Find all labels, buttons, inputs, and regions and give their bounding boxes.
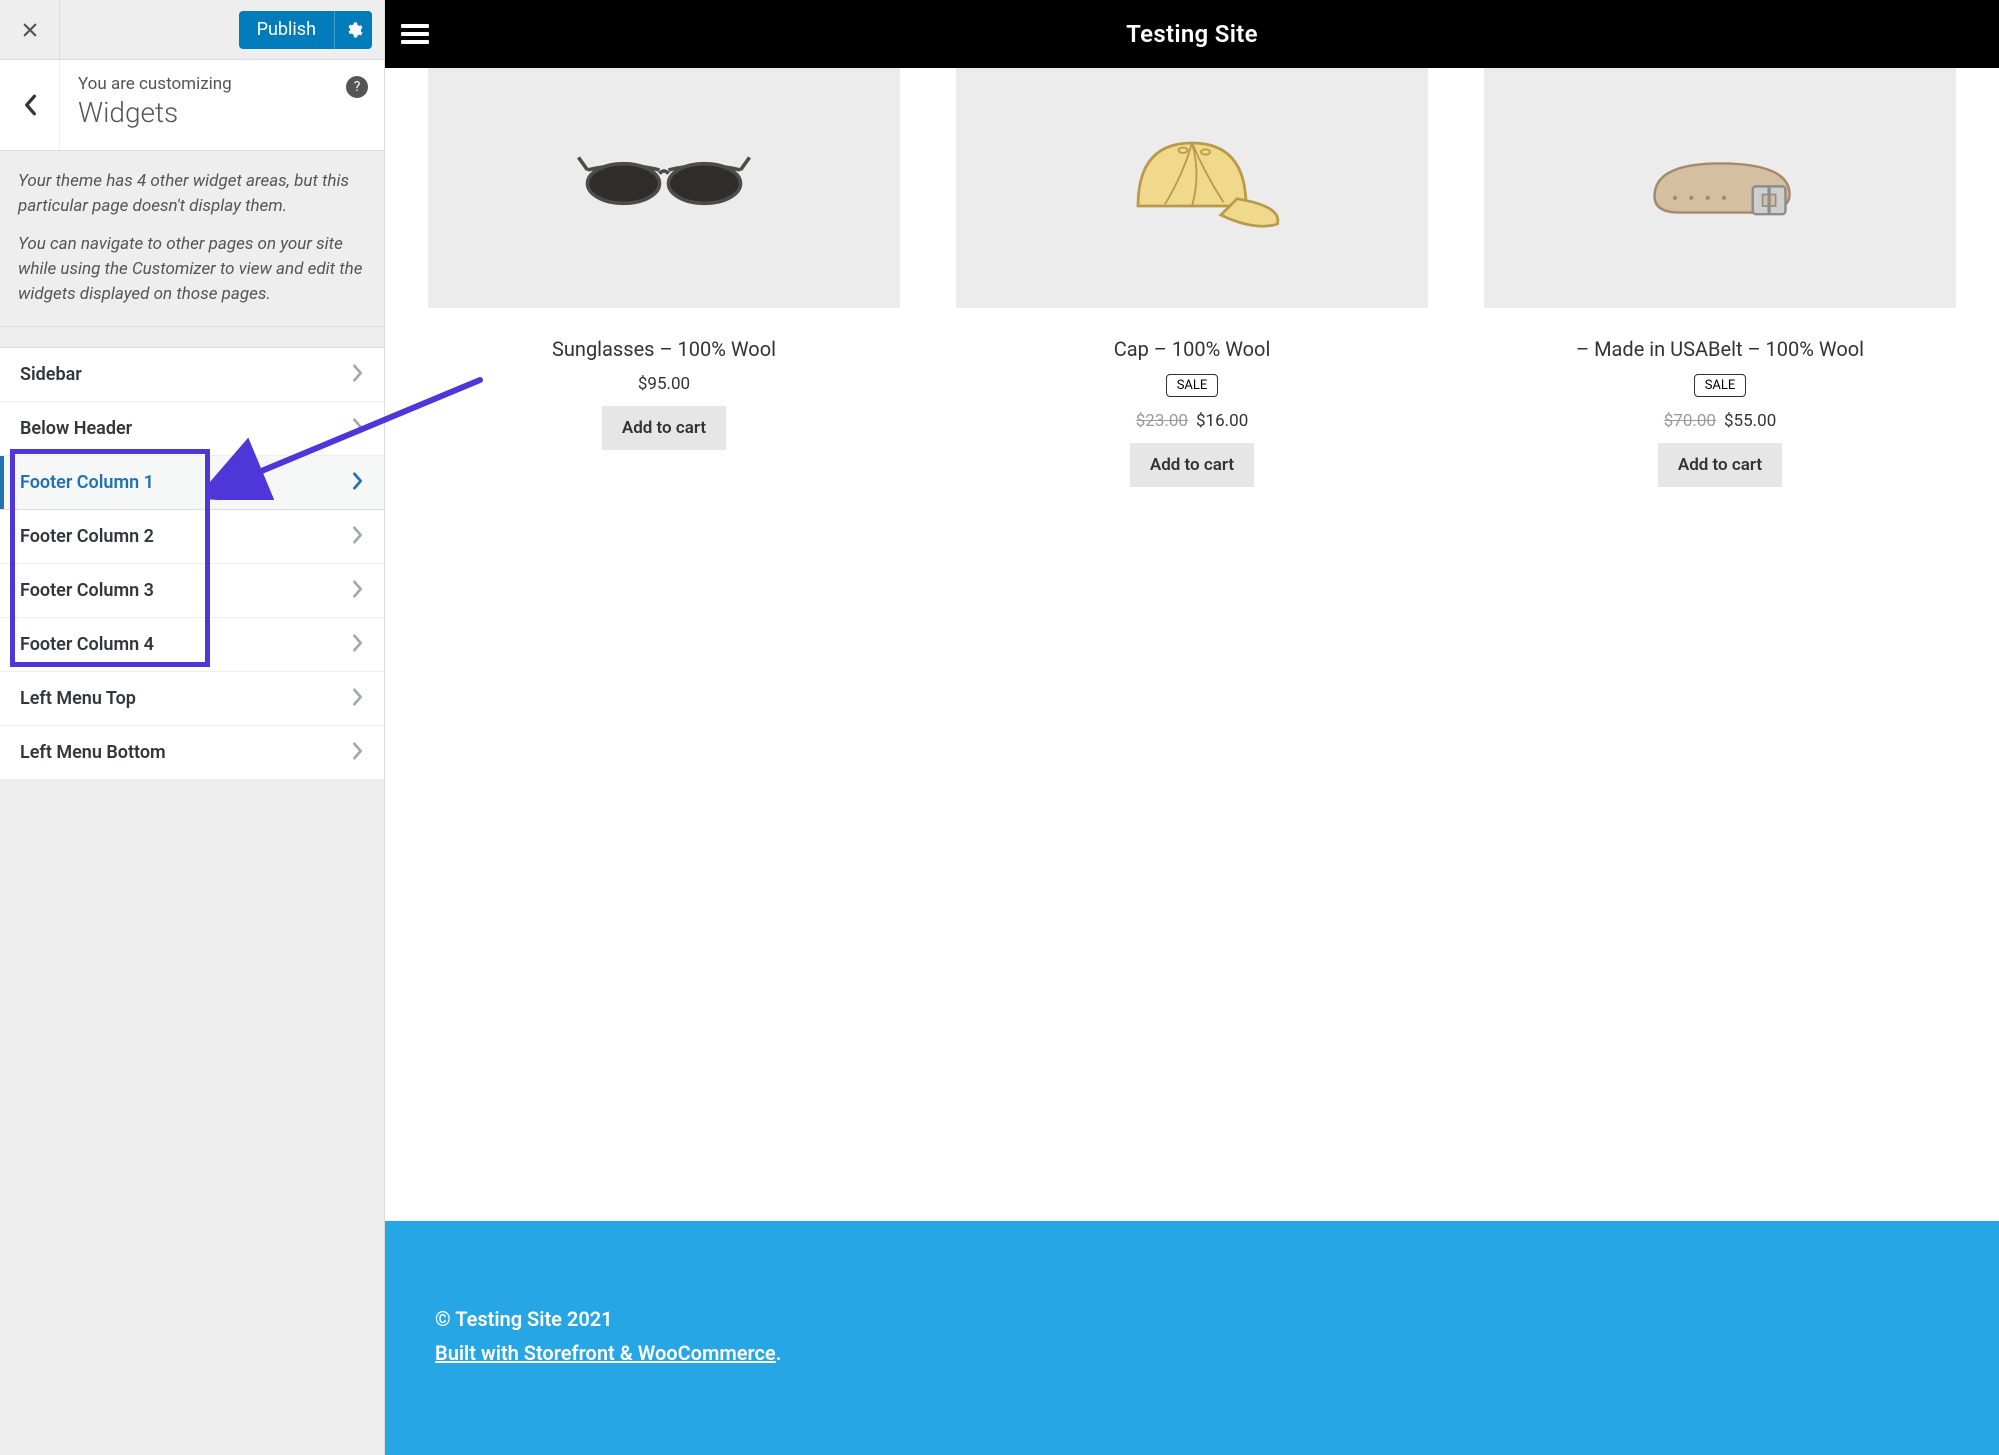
back-button[interactable] — [0, 60, 60, 150]
help-icon: ? — [354, 79, 361, 95]
widget-area-label: Left Menu Bottom — [20, 742, 166, 763]
customizer-sidebar: Publish You are customizing Widgets ? Yo — [0, 0, 385, 1455]
product-card: – Made in USABelt – 100% WoolSALE$70.00$… — [1484, 68, 1956, 487]
sale-badge: SALE — [1694, 374, 1747, 397]
site-header: Testing Site — [385, 0, 1999, 68]
widget-area-list: Sidebar Below Header Footer Column 1 Footer… — [0, 348, 384, 780]
widget-area-label: Footer Column 2 — [20, 526, 154, 547]
widget-area-item[interactable]: Below Header — [0, 402, 384, 456]
panel-title: Widgets — [78, 96, 366, 129]
customizer-topbar: Publish — [0, 0, 384, 60]
site-title: Testing Site — [1126, 20, 1258, 48]
product-old-price: $70.00 — [1664, 411, 1716, 431]
chevron-right-icon — [352, 364, 364, 386]
widget-area-item[interactable]: Footer Column 3 — [0, 564, 384, 618]
publish-settings-button[interactable] — [334, 11, 372, 49]
widget-area-item[interactable]: Footer Column 2 — [0, 510, 384, 564]
add-to-cart-button[interactable]: Add to cart — [602, 406, 726, 450]
panel-header: You are customizing Widgets ? — [0, 60, 384, 151]
widget-area-label: Sidebar — [20, 364, 82, 385]
chevron-right-icon — [352, 634, 364, 656]
chevron-left-icon — [23, 94, 37, 116]
close-icon — [21, 21, 39, 39]
product-price: $70.00 $55.00 — [1484, 411, 1956, 431]
publish-split-button: Publish — [239, 11, 372, 49]
publish-button[interactable]: Publish — [239, 11, 334, 49]
chevron-right-icon — [352, 418, 364, 440]
product-grid: Sunglasses – 100% Wool$95.00Add to cartC… — [385, 68, 1999, 527]
widget-area-item[interactable]: Footer Column 4 — [0, 618, 384, 672]
product-title[interactable]: Cap – 100% Wool — [966, 336, 1418, 362]
product-title[interactable]: – Made in USABelt – 100% Wool — [1494, 336, 1946, 362]
sale-badge: SALE — [1166, 374, 1219, 397]
product-old-price: $23.00 — [1136, 411, 1188, 431]
chevron-right-icon — [352, 580, 364, 602]
panel-eyebrow: You are customizing — [78, 74, 366, 94]
product-title[interactable]: Sunglasses – 100% Wool — [438, 336, 890, 362]
product-image[interactable] — [1484, 68, 1956, 308]
product-image[interactable] — [956, 68, 1428, 308]
product-card: Sunglasses – 100% Wool $95.00 Add to cart — [428, 68, 900, 487]
widget-area-label: Footer Column 3 — [20, 580, 154, 601]
hamburger-icon — [401, 22, 429, 46]
product-price: $95.00 — [428, 374, 900, 394]
widget-area-label: Footer Column 1 — [20, 472, 154, 493]
product-image[interactable] — [428, 68, 900, 308]
footer-credits-link[interactable]: Built with Storefront & WooCommerce — [435, 1341, 776, 1365]
widget-area-label: Below Header — [20, 418, 132, 439]
product-card: Cap – 100% Wool SALE $23.00 $16.00 Add to ca… — [956, 68, 1428, 487]
widget-area-item[interactable]: Left Menu Top — [0, 672, 384, 726]
add-to-cart-button[interactable]: Add to cart — [1130, 443, 1254, 487]
gear-icon — [345, 21, 363, 39]
product-price: $23.00 $16.00 — [956, 411, 1428, 431]
widget-area-item[interactable]: Sidebar — [0, 348, 384, 402]
product-current-price: $55.00 — [1724, 411, 1776, 431]
chevron-right-icon — [352, 742, 364, 764]
footer-credits: Built with Storefront & WooCommerce. — [435, 1341, 1949, 1365]
help-button[interactable]: ? — [346, 76, 368, 98]
menu-toggle-button[interactable] — [385, 22, 445, 46]
product-current-price: $95.00 — [638, 374, 690, 394]
widget-area-label: Left Menu Top — [20, 688, 136, 709]
site-footer: © Testing Site 2021 Built with Storefron… — [385, 1221, 1999, 1455]
widget-area-item[interactable]: Left Menu Bottom — [0, 726, 384, 780]
footer-copyright: © Testing Site 2021 — [435, 1307, 1949, 1331]
close-button[interactable] — [0, 0, 60, 59]
add-to-cart-button[interactable]: Add to cart — [1658, 443, 1782, 487]
widget-info-text: Your theme has 4 other widget areas, but… — [0, 151, 384, 326]
product-current-price: $16.00 — [1196, 411, 1248, 431]
widget-area-item[interactable]: Footer Column 1 — [0, 456, 384, 510]
chevron-right-icon — [352, 472, 364, 494]
site-preview: Testing Site Sunglasses – 100% Wool $95.0… — [385, 0, 1999, 1455]
chevron-right-icon — [352, 526, 364, 548]
chevron-right-icon — [352, 688, 364, 710]
widget-area-label: Footer Column 4 — [20, 634, 154, 655]
